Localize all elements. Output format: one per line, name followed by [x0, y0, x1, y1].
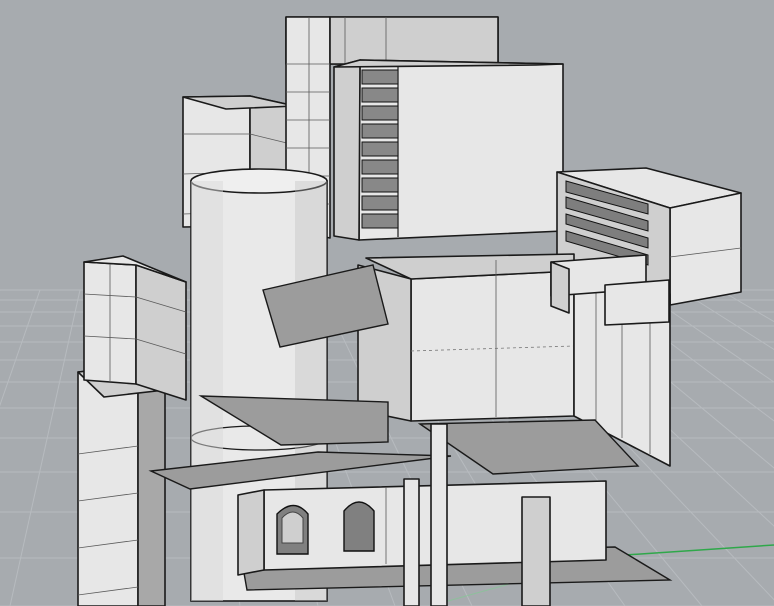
left-upper-block[interactable]: [83, 255, 187, 401]
window-strips: [361, 69, 399, 229]
upper-cube[interactable]: [333, 59, 564, 241]
middle-cube[interactable]: [357, 253, 575, 422]
viewport-canvas[interactable]: [0, 0, 774, 606]
arched-window-left: [276, 504, 309, 555]
left-lower-block[interactable]: [77, 365, 166, 606]
arched-window-right: [343, 501, 375, 552]
3d-viewport[interactable]: [0, 0, 774, 606]
